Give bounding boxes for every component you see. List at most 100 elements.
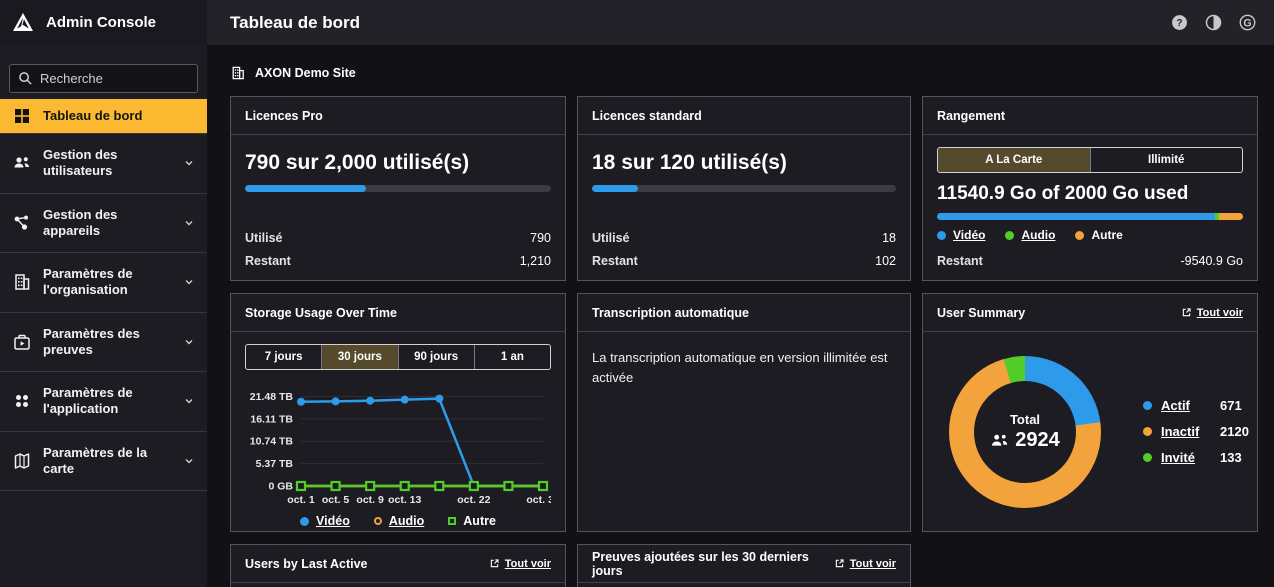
stat-row: Utilisé 790 [245, 231, 551, 245]
topbar-icons: ? G [1171, 14, 1256, 31]
sidebar-item-label: Paramètres de l'application [43, 385, 172, 418]
people-icon [990, 433, 1009, 448]
circled-g-icon[interactable]: G [1239, 14, 1256, 31]
users-icon [12, 153, 32, 173]
card-title: Users by Last Active [245, 557, 368, 571]
tab-30-jours[interactable]: 30 jours [321, 345, 397, 369]
chevron-down-icon [183, 336, 195, 348]
dashboard-grid: Licences Pro 790 sur 2,000 utilisé(s) Ut… [230, 96, 1262, 587]
sidebar-item-organization-settings[interactable]: Paramètres de l'organisation [0, 252, 207, 312]
card-users-by-last-active: Users by Last Active Tout voir [230, 544, 566, 587]
evidence-added-see-all-link[interactable]: Tout voir [834, 558, 896, 570]
chevron-down-icon [183, 395, 195, 407]
tab-90-jours[interactable]: 90 jours [398, 345, 474, 369]
stat-row: Restant 1,210 [245, 254, 551, 268]
sidebar-item-application-settings[interactable]: Paramètres de l'application [0, 371, 207, 431]
dashboard-icon [12, 106, 32, 126]
card-title: Licences Pro [245, 109, 323, 123]
help-icon[interactable]: ? [1171, 14, 1188, 31]
topbar: Admin Console Tableau de bord ? G [0, 0, 1274, 45]
page-header: Tableau de bord ? G [207, 0, 1274, 45]
card-evidence-added: Preuves ajoutées sur les 30 derniers jou… [577, 544, 911, 587]
legend-invite-value: 133 [1220, 450, 1242, 465]
card-storage: Rangement A La Carte Illimité 11540.9 Go… [922, 96, 1258, 281]
legend-autre: Autre [463, 514, 496, 528]
chevron-down-icon [183, 217, 195, 229]
sidebar-item-label: Paramètres des preuves [43, 326, 172, 359]
svg-text:oct. 30: oct. 30 [526, 494, 551, 506]
tab-7-jours[interactable]: 7 jours [246, 345, 321, 369]
storage-headline: 11540.9 Go of 2000 Go used [937, 183, 1243, 205]
card-licenses-standard: Licences standard 18 sur 120 utilisé(s) … [577, 96, 911, 281]
storage-legend: Vidéo Audio Autre [937, 228, 1243, 242]
organization-icon [12, 272, 32, 292]
legend-inactif[interactable]: Inactif [1161, 424, 1211, 439]
building-icon [230, 65, 246, 81]
user-summary-legend: Actif 671 Inactif 2120 Invité 133 [1143, 398, 1249, 465]
axon-logo-icon [11, 11, 35, 35]
app-title: Admin Console [46, 14, 156, 31]
card-title: Rangement [937, 109, 1005, 123]
sidebar-item-user-management[interactable]: Gestion des utilisateurs [0, 133, 207, 193]
page-title: Tableau de bord [230, 13, 360, 33]
sidebar-item-device-management[interactable]: Gestion des appareils [0, 193, 207, 253]
sidebar-item-evidence-settings[interactable]: Paramètres des preuves [0, 312, 207, 372]
external-link-icon [489, 558, 500, 569]
svg-text:5.37 TB: 5.37 TB [256, 458, 294, 470]
users-by-last-active-see-all-link[interactable]: Tout voir [489, 558, 551, 570]
svg-text:16.11 TB: 16.11 TB [250, 413, 293, 425]
card-storage-chart: Storage Usage Over Time 7 jours 30 jours… [230, 293, 566, 532]
svg-text:oct. 5: oct. 5 [322, 494, 350, 506]
storage-plan-toggle: A La Carte Illimité [937, 147, 1243, 173]
svg-text:oct. 22: oct. 22 [457, 494, 490, 506]
sidebar: Tableau de bord Gestion des utilisateurs… [0, 45, 207, 587]
contrast-icon[interactable] [1205, 14, 1222, 31]
stat-row: Utilisé 18 [592, 231, 896, 245]
sidebar-item-dashboard[interactable]: Tableau de bord [0, 99, 207, 133]
card-user-summary: User Summary Tout voir Total [922, 293, 1258, 532]
svg-text:oct. 1: oct. 1 [287, 494, 315, 506]
legend-row-invite: Invité 133 [1143, 450, 1249, 465]
donut-total-label: Total [1010, 412, 1040, 427]
card-transcription: Transcription automatique La transcripti… [577, 293, 911, 532]
sidebar-item-label: Tableau de bord [43, 108, 195, 124]
card-title: User Summary [937, 306, 1025, 320]
apps-icon [12, 391, 32, 411]
toggle-a-la-carte[interactable]: A La Carte [938, 148, 1090, 172]
map-icon [12, 451, 32, 471]
sidebar-item-label: Paramètres de l'organisation [43, 266, 172, 299]
brand: Admin Console [0, 0, 207, 45]
legend-video[interactable]: Vidéo [316, 514, 350, 528]
devices-icon [12, 213, 32, 233]
donut-total-value: 2924 [1015, 429, 1060, 452]
storage-usage-bar [937, 213, 1243, 220]
chevron-down-icon [183, 455, 195, 467]
legend-video[interactable]: Vidéo [953, 228, 985, 242]
chart-range-tabs: 7 jours 30 jours 90 jours 1 an [245, 344, 551, 370]
external-link-icon [1181, 307, 1192, 318]
search-input[interactable] [9, 64, 198, 93]
tab-1-an[interactable]: 1 an [474, 345, 550, 369]
card-licenses-pro: Licences Pro 790 sur 2,000 utilisé(s) Ut… [230, 96, 566, 281]
card-title: Licences standard [592, 109, 702, 123]
chevron-down-icon [183, 276, 195, 288]
svg-text:10.74 TB: 10.74 TB [250, 436, 294, 448]
svg-text:21.48 TB: 21.48 TB [250, 391, 294, 403]
sidebar-search [9, 64, 198, 93]
stat-row: Restant 102 [592, 254, 896, 268]
legend-audio[interactable]: Audio [1021, 228, 1055, 242]
sidebar-item-map-settings[interactable]: Paramètres de la carte [0, 431, 207, 491]
sidebar-item-label: Paramètres de la carte [43, 445, 172, 478]
legend-row-inactif: Inactif 2120 [1143, 424, 1249, 439]
svg-text:G: G [1243, 17, 1251, 29]
toggle-illimite[interactable]: Illimité [1090, 148, 1243, 172]
legend-autre: Autre [1091, 228, 1122, 242]
legend-actif-value: 671 [1220, 398, 1242, 413]
legend-invite[interactable]: Invité [1161, 450, 1211, 465]
legend-audio[interactable]: Audio [389, 514, 424, 528]
user-summary-see-all-link[interactable]: Tout voir [1181, 307, 1243, 319]
search-icon [18, 71, 33, 86]
legend-actif[interactable]: Actif [1161, 398, 1211, 413]
storage-chart-legend: Vidéo Audio Autre [245, 514, 551, 528]
licenses-standard-headline: 18 sur 120 utilisé(s) [592, 151, 896, 175]
